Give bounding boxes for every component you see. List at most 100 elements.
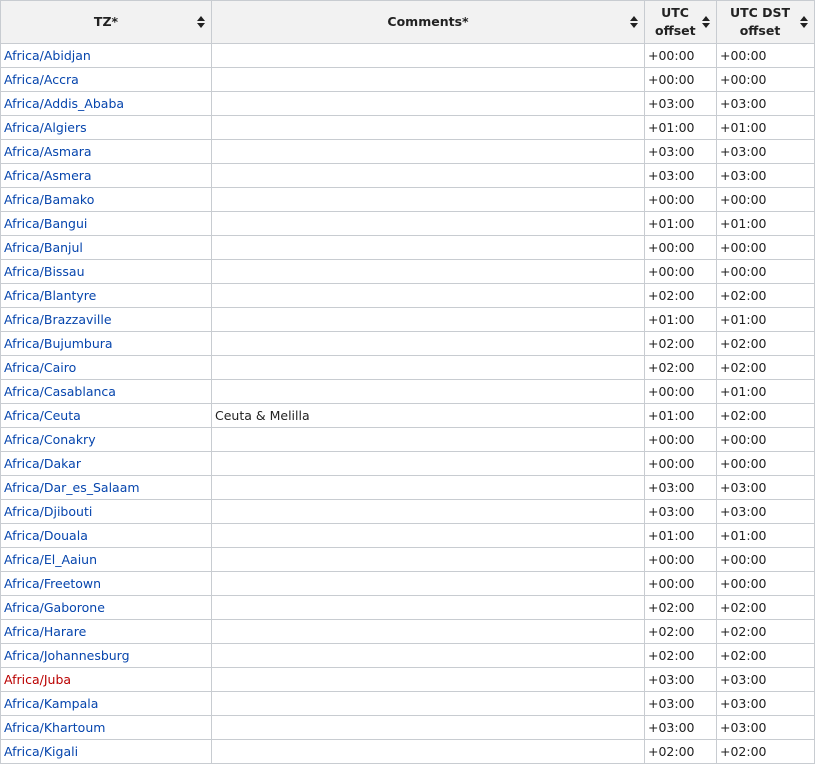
tz-link[interactable]: Africa/Conakry: [4, 432, 96, 447]
utc-offset-cell: +00:00: [644, 379, 717, 404]
tz-link[interactable]: Africa/Khartoum: [4, 720, 105, 735]
tz-link[interactable]: Africa/Juba: [4, 672, 71, 687]
tz-link[interactable]: Africa/Brazzaville: [4, 312, 112, 327]
tz-link[interactable]: Africa/Bissau: [4, 264, 85, 279]
utc-offset-cell: +02:00: [644, 355, 717, 380]
utc-dst-offset-cell: +02:00: [716, 619, 815, 644]
utc-offset-cell: +00:00: [644, 67, 717, 92]
comment-cell: [211, 619, 645, 644]
column-header-utc-dst-offset[interactable]: UTC DST offset: [716, 0, 815, 44]
comment-cell: [211, 739, 645, 764]
utc-offset-cell: +00:00: [644, 547, 717, 572]
utc-offset-cell: +00:00: [644, 451, 717, 476]
table-row: Africa/Gaborone +02:00 +02:00: [0, 595, 815, 620]
tz-link[interactable]: Africa/Dar_es_Salaam: [4, 480, 140, 495]
table-header: TZ* Comments* UTC offset UTC DST offset: [0, 0, 815, 44]
table-row: Africa/Bujumbura +02:00 +02:00: [0, 331, 815, 356]
utc-dst-offset-cell: +03:00: [716, 163, 815, 188]
comment-cell: [211, 379, 645, 404]
utc-dst-offset-cell: +02:00: [716, 595, 815, 620]
tz-link[interactable]: Africa/Abidjan: [4, 48, 91, 63]
tz-cell: Africa/Bangui: [0, 211, 212, 236]
table-row: Africa/Kampala +03:00 +03:00: [0, 691, 815, 716]
utc-dst-offset-cell: +00:00: [716, 427, 815, 452]
column-header-label: Comments*: [387, 14, 469, 29]
tz-cell: Africa/Djibouti: [0, 499, 212, 524]
tz-link[interactable]: Africa/El_Aaiun: [4, 552, 97, 567]
table-row: Africa/Asmera +03:00 +03:00: [0, 163, 815, 188]
tz-link[interactable]: Africa/Banjul: [4, 240, 83, 255]
utc-offset-cell: +00:00: [644, 259, 717, 284]
tz-link[interactable]: Africa/Bujumbura: [4, 336, 113, 351]
tz-link[interactable]: Africa/Bamako: [4, 192, 94, 207]
table-row: Africa/Banjul +00:00 +00:00: [0, 235, 815, 260]
comment-cell: [211, 691, 645, 716]
tz-cell: Africa/Kigali: [0, 739, 212, 764]
tz-link[interactable]: Africa/Gaborone: [4, 600, 105, 615]
table-row: Africa/Dar_es_Salaam +03:00 +03:00: [0, 475, 815, 500]
tz-link[interactable]: Africa/Kigali: [4, 744, 78, 759]
tz-link[interactable]: Africa/Asmara: [4, 144, 92, 159]
comment-cell: [211, 499, 645, 524]
tz-link[interactable]: Africa/Harare: [4, 624, 86, 639]
tz-cell: Africa/Banjul: [0, 235, 212, 260]
column-header-utc-offset[interactable]: UTC offset: [644, 0, 717, 44]
tz-link[interactable]: Africa/Addis_Ababa: [4, 96, 124, 111]
comment-cell: Ceuta & Melilla: [211, 403, 645, 428]
table-row: Africa/Harare +02:00 +02:00: [0, 619, 815, 644]
tz-cell: Africa/Algiers: [0, 115, 212, 140]
tz-cell: Africa/Cairo: [0, 355, 212, 380]
utc-offset-cell: +03:00: [644, 499, 717, 524]
table-row: Africa/Cairo +02:00 +02:00: [0, 355, 815, 380]
tz-cell: Africa/Bujumbura: [0, 331, 212, 356]
tz-link[interactable]: Africa/Douala: [4, 528, 88, 543]
tz-link[interactable]: Africa/Casablanca: [4, 384, 116, 399]
tz-link[interactable]: Africa/Blantyre: [4, 288, 96, 303]
tz-link[interactable]: Africa/Algiers: [4, 120, 87, 135]
tz-link[interactable]: Africa/Asmera: [4, 168, 92, 183]
tz-cell: Africa/Bamako: [0, 187, 212, 212]
timezone-table: TZ* Comments* UTC offset UTC DST offset …: [0, 0, 815, 764]
tz-cell: Africa/Conakry: [0, 427, 212, 452]
utc-dst-offset-cell: +01:00: [716, 211, 815, 236]
table-row: Africa/Djibouti +03:00 +03:00: [0, 499, 815, 524]
utc-dst-offset-cell: +00:00: [716, 187, 815, 212]
comment-cell: [211, 163, 645, 188]
tz-link[interactable]: Africa/Cairo: [4, 360, 76, 375]
column-header-label: TZ*: [93, 14, 119, 29]
comment-cell: [211, 355, 645, 380]
table-row: Africa/Freetown +00:00 +00:00: [0, 571, 815, 596]
utc-offset-cell: +02:00: [644, 595, 717, 620]
utc-offset-cell: +00:00: [644, 235, 717, 260]
sort-arrows-icon[interactable]: [197, 16, 205, 28]
tz-cell: Africa/Kampala: [0, 691, 212, 716]
utc-offset-cell: +03:00: [644, 715, 717, 740]
tz-link[interactable]: Africa/Bangui: [4, 216, 87, 231]
sort-arrows-icon[interactable]: [630, 16, 638, 28]
comment-cell: [211, 667, 645, 692]
table-row: Africa/Algiers +01:00 +01:00: [0, 115, 815, 140]
comment-cell: [211, 67, 645, 92]
tz-link[interactable]: Africa/Johannesburg: [4, 648, 130, 663]
tz-cell: Africa/Dar_es_Salaam: [0, 475, 212, 500]
utc-dst-offset-cell: +00:00: [716, 451, 815, 476]
utc-offset-cell: +01:00: [644, 403, 717, 428]
comment-cell: [211, 427, 645, 452]
tz-link[interactable]: Africa/Accra: [4, 72, 79, 87]
utc-dst-offset-cell: +03:00: [716, 715, 815, 740]
tz-link[interactable]: Africa/Djibouti: [4, 504, 92, 519]
comment-cell: [211, 523, 645, 548]
tz-link[interactable]: Africa/Freetown: [4, 576, 101, 591]
sort-arrows-icon[interactable]: [702, 16, 710, 28]
table-row: Africa/Conakry +00:00 +00:00: [0, 427, 815, 452]
utc-dst-offset-cell: +00:00: [716, 43, 815, 68]
comment-cell: [211, 715, 645, 740]
tz-link[interactable]: Africa/Kampala: [4, 696, 98, 711]
sort-arrows-icon[interactable]: [800, 16, 808, 28]
tz-link[interactable]: Africa/Dakar: [4, 456, 81, 471]
utc-offset-cell: +03:00: [644, 91, 717, 116]
column-header-tz[interactable]: TZ*: [0, 0, 212, 44]
tz-link[interactable]: Africa/Ceuta: [4, 408, 81, 423]
column-header-comments[interactable]: Comments*: [211, 0, 645, 44]
tz-cell: Africa/Blantyre: [0, 283, 212, 308]
